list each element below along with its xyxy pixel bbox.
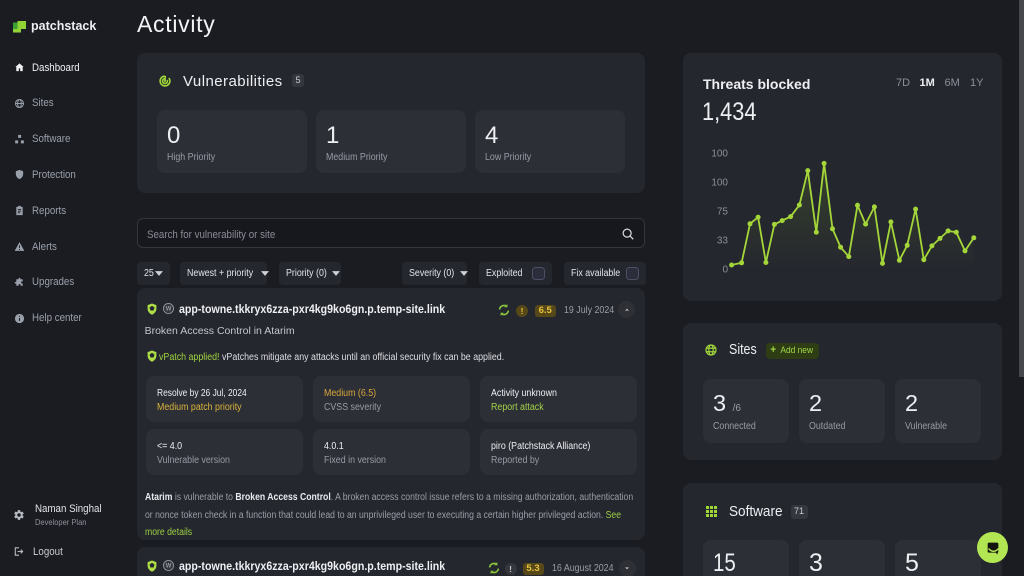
svg-text:75: 75	[717, 207, 729, 218]
svg-text:0: 0	[722, 265, 728, 276]
svg-text:W: W	[166, 307, 172, 313]
svg-text:33: 33	[717, 236, 729, 247]
svg-text:100: 100	[711, 149, 728, 160]
svg-text:W: W	[166, 564, 172, 570]
svg-text:100: 100	[711, 178, 728, 189]
